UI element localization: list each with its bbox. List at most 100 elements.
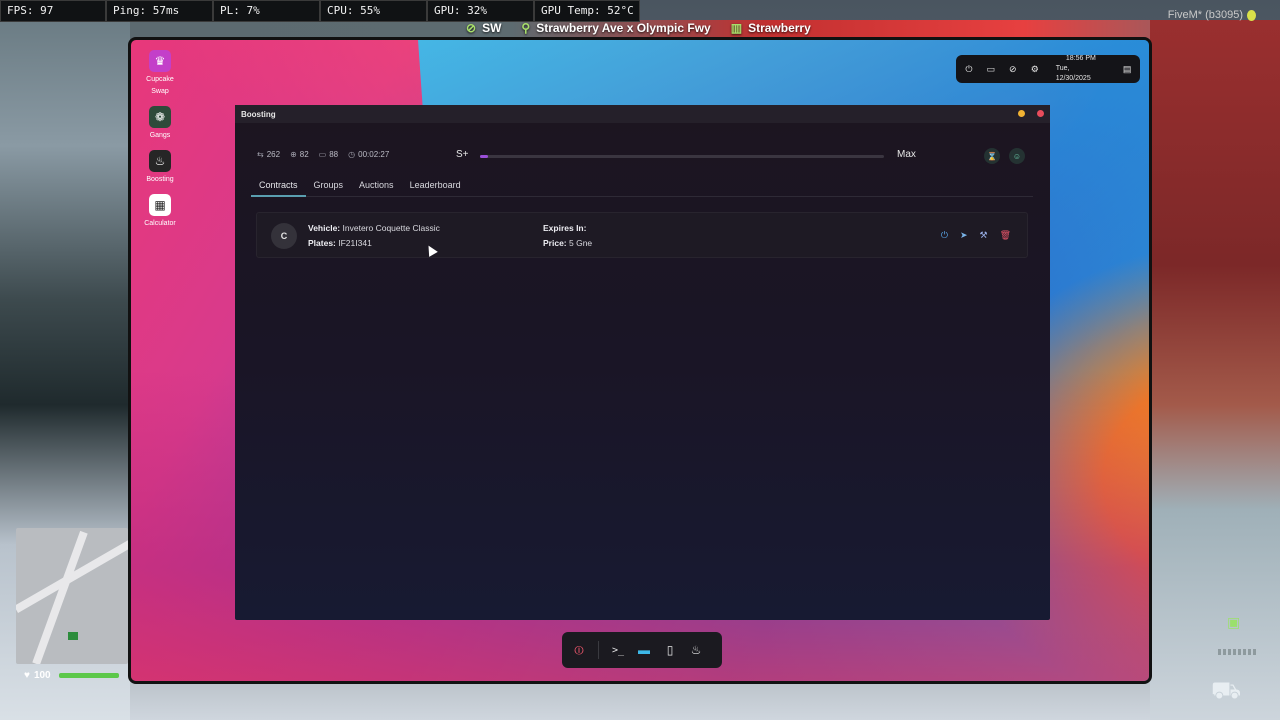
power-off-icon[interactable]: ⏼ [572,643,586,658]
gangs-icon: ❁ [149,106,171,128]
vehicle-status-icon: ⛟ [1211,677,1242,704]
heart-icon: ♥ [24,670,30,681]
calculator-icon: ▦ [149,194,171,216]
stat-vehicles: ▭ 88 [319,150,338,159]
expires-label: Expires In: [543,223,587,233]
transfer-icon[interactable]: ➤ [960,230,968,241]
taskbar: ⏼ >_ ▬ ▯ ♨ [562,632,722,668]
contracts-icon: ⇆ [257,150,264,159]
tab-auctions[interactable]: Auctions [351,177,402,197]
user-icon: ☺ [1012,151,1022,161]
contract-actions: ⏻ ➤ ⚒ 🗑 [941,230,1011,241]
compass-direction: ⊘ SW [466,21,501,35]
wifi-off-icon[interactable]: ⊘ [1006,64,1020,75]
window-title: Boosting [241,109,276,119]
notifications-icon[interactable]: ▤ [1120,64,1134,75]
battery-icon[interactable]: ▭ [984,64,998,75]
plates-label: Plates: [308,238,336,248]
settings-icon[interactable]: ⚙ [1028,64,1042,75]
signal-indicator [1218,649,1256,655]
level-progress-fill [480,155,489,158]
minimize-button[interactable] [1018,110,1025,117]
file-icon[interactable]: ▯ [663,643,677,657]
tablet-desktop: ♛ Cupcake Swap ❁ Gangs ♨ Boosting ▦ Calc… [128,37,1152,684]
terminal-icon[interactable]: >_ [611,645,625,656]
fps-readout: FPS: 97 [0,0,106,22]
start-contract-icon[interactable]: ⏻ [941,230,948,241]
street-name: Strawberry Ave x Olympic Fwy [536,21,711,35]
boosting-window: Boosting ⇆ 262 ⊕ 82 ▭ 88 ◷ 00:02:27 S+ M… [235,105,1050,620]
stat-completed-value: 82 [299,150,309,159]
client-tag: FiveM* (b3095) [1168,9,1256,21]
street-info: ⊘ SW ⚲ Strawberry Ave x Olympic Fwy ▥ St… [466,18,811,38]
vehicle-icon: ▭ [318,150,327,159]
system-clock: 18:56 PM Tue, 12/30/2025 [1056,54,1106,84]
desktop-icon-cupcake-swap[interactable]: ♛ Cupcake Swap [139,50,181,98]
desktop-icon-label: Cupcake Swap [146,76,174,95]
contract-card[interactable]: C Vehicle: Invetero Coquette Classic Pla… [256,212,1028,258]
map-icon: ▥ [730,21,743,35]
tab-leaderboard[interactable]: Leaderboard [402,177,469,197]
packet-loss-readout: PL: 7% [213,0,320,22]
compass-icon: ⊘ [466,21,477,35]
cpu-readout: CPU: 55% [320,0,427,22]
price-value: 5 Gne [569,238,593,248]
auction-icon[interactable]: ⚒ [979,230,987,241]
window-controls [1018,110,1044,117]
health-value: 100 [33,670,51,681]
desktop-icon-gangs[interactable]: ❁ Gangs [139,106,181,142]
map-marker [68,632,78,640]
boosting-app-icon[interactable]: ♨ [689,643,703,657]
direction-label: SW [482,21,502,35]
profile-button[interactable]: ☺ [1009,148,1025,164]
location-pin-icon: ⚲ [521,21,531,35]
desktop-icons: ♛ Cupcake Swap ❁ Gangs ♨ Boosting ▦ Calc… [139,50,181,238]
street-location: ⚲ Strawberry Ave x Olympic Fwy [521,21,710,35]
desktop-icon-boosting[interactable]: ♨ Boosting [139,150,181,186]
area-location: ▥ Strawberry [731,21,811,35]
next-level: Max [897,149,916,160]
power-icon[interactable]: ⏻ [962,64,976,75]
plates-value: IF21I341 [338,238,372,248]
clock-time: 18:56 PM [1065,55,1096,62]
clock-date: Tue, 12/30/2025 [1055,65,1091,82]
stat-timer: ◷ 00:02:27 [348,150,389,159]
price-label: Price: [543,238,567,248]
stat-contracts-value: 262 [266,150,281,159]
completed-icon: ⊕ [290,150,297,159]
vehicle-label: Vehicle: [308,223,341,233]
folder-icon[interactable]: ▬ [637,643,651,657]
stat-contracts: ⇆ 262 [257,150,280,159]
minimap [16,528,128,664]
taskbar-divider [598,641,599,659]
flame-icon: ♨ [149,150,171,172]
window-titlebar[interactable]: Boosting [235,105,1050,123]
contract-vehicle: Vehicle: Invetero Coquette Classic [308,223,440,233]
current-level: S+ [456,149,469,160]
tab-groups[interactable]: Groups [306,177,352,197]
hourglass-icon: ⌛ [987,151,997,161]
contract-class-badge: C [271,223,297,249]
lemon-icon [1247,9,1256,21]
contract-plates: Plates: IF21I341 [308,238,372,248]
area-name: Strawberry [748,21,811,35]
clock-icon: ◷ [348,150,356,159]
stat-vehicles-value: 88 [329,150,339,159]
cupcake-icon: ♛ [149,50,171,72]
tab-contracts[interactable]: Contracts [251,177,306,197]
group-button[interactable]: ⌛ [984,148,1000,164]
boosting-stats: ⇆ 262 ⊕ 82 ▭ 88 ◷ 00:02:27 [257,150,389,159]
close-button[interactable] [1037,110,1044,117]
stat-timer-value: 00:02:27 [358,150,390,159]
contract-price: Price: 5 Gne [543,238,592,248]
health-bar [58,673,119,678]
window-tabs: Contracts Groups Auctions Leaderboard [251,177,1033,197]
contract-expires: Expires In: [543,223,586,233]
radio-icon: ▣ [1227,614,1241,630]
vehicle-value: Invetero Coquette Classic [342,223,440,233]
delete-icon[interactable]: 🗑 [1000,230,1011,241]
stat-completed: ⊕ 82 [290,150,309,159]
desktop-icon-label: Boosting [146,176,174,183]
level-progress-bar [480,155,884,158]
desktop-icon-calculator[interactable]: ▦ Calculator [139,194,181,230]
